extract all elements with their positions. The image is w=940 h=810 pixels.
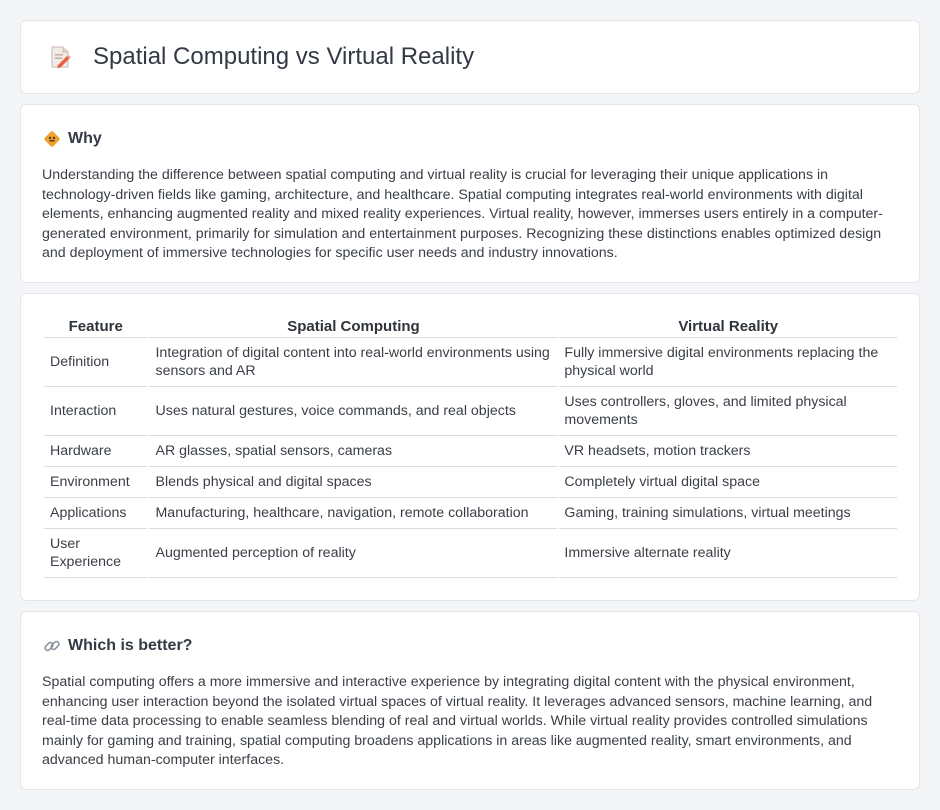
- table-row: Interaction Uses natural gestures, voice…: [44, 387, 897, 436]
- vr-cell: Uses controllers, gloves, and limited ph…: [559, 387, 897, 436]
- feature-cell: Applications: [44, 498, 148, 529]
- spatial-cell: Integration of digital content into real…: [149, 338, 558, 387]
- why-header: Why: [21, 105, 919, 149]
- vr-cell: Immersive alternate reality: [559, 529, 897, 578]
- feature-cell: User Experience: [44, 529, 148, 578]
- table-header-row: Feature Spatial Computing Virtual Realit…: [44, 316, 897, 338]
- better-header: Which is better?: [21, 612, 919, 656]
- document-pencil-icon: [47, 44, 73, 70]
- vr-cell: VR headsets, motion trackers: [559, 436, 897, 467]
- title-row: Spatial Computing vs Virtual Reality: [21, 21, 919, 93]
- link-icon: [43, 637, 61, 655]
- feature-cell: Environment: [44, 467, 148, 498]
- why-section: Why Understanding the difference between…: [20, 104, 920, 283]
- vr-cell: Fully immersive digital environments rep…: [559, 338, 897, 387]
- title-card: Spatial Computing vs Virtual Reality: [20, 20, 920, 94]
- table-row: Hardware AR glasses, spatial sensors, ca…: [44, 436, 897, 467]
- feature-cell: Definition: [44, 338, 148, 387]
- spatial-cell: Uses natural gestures, voice commands, a…: [149, 387, 558, 436]
- vr-cell: Completely virtual digital space: [559, 467, 897, 498]
- table-row: Environment Blends physical and digital …: [44, 467, 897, 498]
- feature-cell: Hardware: [44, 436, 148, 467]
- page-title: Spatial Computing vs Virtual Reality: [93, 43, 475, 70]
- better-heading: Which is better?: [68, 637, 193, 654]
- comparison-table: Feature Spatial Computing Virtual Realit…: [42, 316, 899, 578]
- table-row: Applications Manufacturing, healthcare, …: [44, 498, 897, 529]
- header-feature: Feature: [44, 316, 148, 338]
- header-spatial-computing: Spatial Computing: [149, 316, 558, 338]
- spatial-cell: Blends physical and digital spaces: [149, 467, 558, 498]
- why-body: Understanding the difference between spa…: [42, 167, 883, 262]
- spatial-cell: Manufacturing, healthcare, navigation, r…: [149, 498, 558, 529]
- table-row: User Experience Augmented perception of …: [44, 529, 897, 578]
- spatial-cell: Augmented perception of reality: [149, 529, 558, 578]
- better-body: Spatial computing offers a more immersiv…: [42, 674, 873, 769]
- which-is-better-section: Which is better? Spatial computing offer…: [20, 611, 920, 790]
- why-heading: Why: [68, 130, 102, 147]
- table-row: Definition Integration of digital conten…: [44, 338, 897, 387]
- feature-cell: Interaction: [44, 387, 148, 436]
- comparison-section: Feature Spatial Computing Virtual Realit…: [20, 293, 920, 601]
- diamond-sign-icon: [43, 130, 61, 148]
- vr-cell: Gaming, training simulations, virtual me…: [559, 498, 897, 529]
- spatial-cell: AR glasses, spatial sensors, cameras: [149, 436, 558, 467]
- header-virtual-reality: Virtual Reality: [559, 316, 897, 338]
